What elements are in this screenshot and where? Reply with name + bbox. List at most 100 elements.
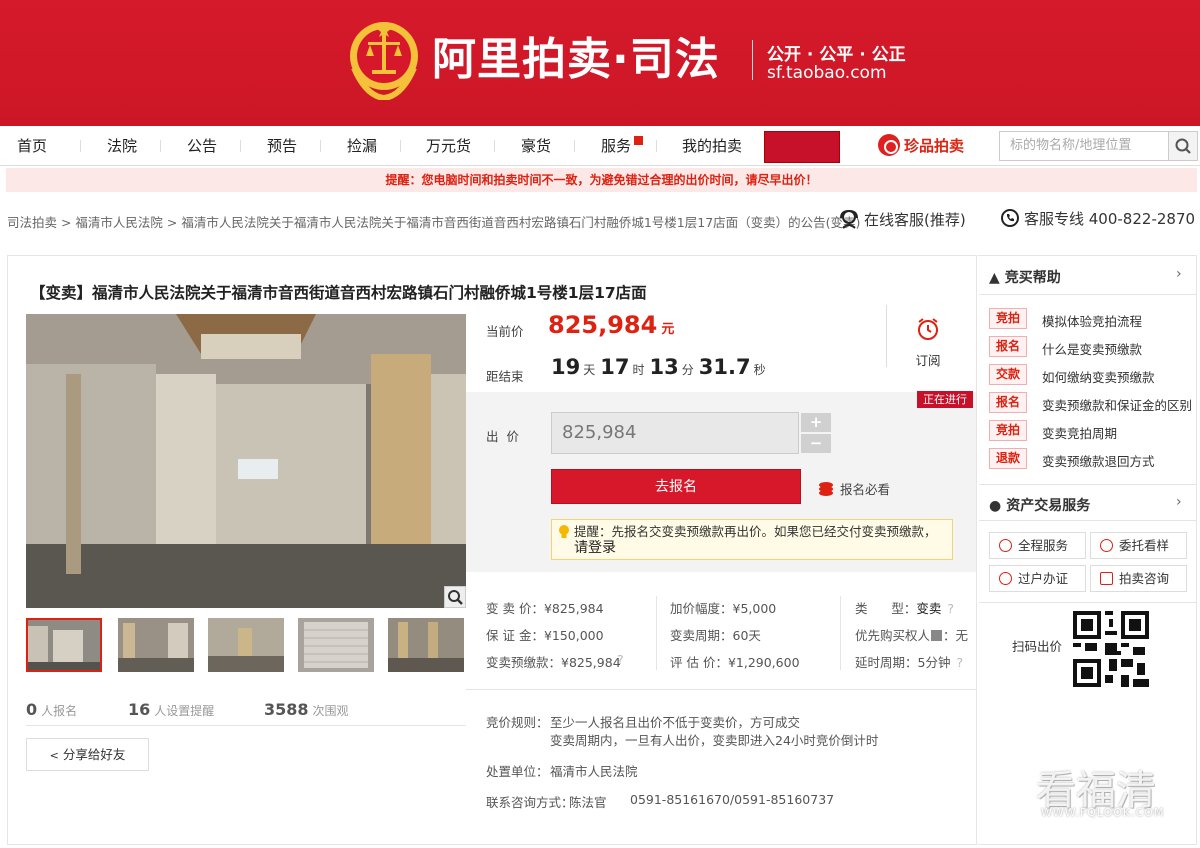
service-transfer[interactable]: 过户办证 <box>989 565 1086 592</box>
service-badge-icon <box>634 136 644 145</box>
search-icon <box>1175 138 1191 154</box>
phone-icon <box>1001 209 1019 227</box>
stat-number: 3588 <box>264 700 309 719</box>
chevron-right-icon[interactable]: › <box>1176 494 1182 510</box>
help-link[interactable]: 变卖竞拍周期 <box>1042 423 1117 442</box>
countdown-hours: 17 <box>600 355 630 379</box>
hotline: 客服专线 400-822-2870 <box>1000 208 1195 229</box>
login-link[interactable]: 请登录 <box>574 540 952 557</box>
chevron-right-icon[interactable]: › <box>1176 266 1182 282</box>
divider <box>656 596 657 670</box>
header-banner: 阿里拍卖·司法 公开 · 公平 · 公正 sf.taobao.com <box>0 0 1200 126</box>
rules-label: 竞价规则： <box>486 715 549 730</box>
service-label: 委托看样 <box>1119 538 1170 553</box>
online-service-label: 在线客服(推荐) <box>864 211 966 229</box>
unit-value[interactable]: 福清市人民法院 <box>550 761 638 780</box>
watermark-url: WWW.FQLOOK.COM <box>1041 806 1165 819</box>
help-link[interactable]: 什么是变卖预缴款 <box>1042 339 1142 358</box>
service-viewing[interactable]: 委托看样 <box>1090 532 1187 559</box>
service-consult[interactable]: 拍卖咨询 <box>1090 565 1187 592</box>
chat-bubble-icon <box>1100 572 1113 585</box>
countdown-label: 距结束 <box>486 369 524 384</box>
zhenpin-icon <box>878 134 900 156</box>
main-photo[interactable] <box>26 314 466 608</box>
help-tag: 竞拍 <box>989 308 1027 329</box>
nav-divider <box>656 140 657 152</box>
nav-bargain[interactable]: 捡漏 <box>347 126 377 166</box>
help-link[interactable]: 如何缴纳变卖预缴款 <box>1042 367 1155 386</box>
brand-divider <box>752 40 753 80</box>
bid-increase-button[interactable]: + <box>801 413 831 432</box>
info-prepayment: 变卖预缴款：¥825,984 <box>486 655 621 670</box>
tip-text: 提醒：先报名交变卖预缴款再出价。如果您已经交付变卖预缴款， <box>574 524 937 539</box>
delay-label: 延时周期：5分钟 <box>855 655 951 670</box>
help-tag: 退款 <box>989 448 1027 469</box>
bid-decrease-button[interactable]: − <box>801 434 831 453</box>
nav-red-block[interactable] <box>764 131 840 163</box>
thumbnail-image <box>388 618 464 672</box>
help-link[interactable]: 变卖预缴款和保证金的区别 <box>1042 395 1192 414</box>
help-icon[interactable]: ? <box>617 652 624 667</box>
nav-notice[interactable]: 公告 <box>187 126 217 166</box>
help-link[interactable]: 模拟体验竞拍流程 <box>1042 311 1142 330</box>
status-badge: 正在进行 <box>917 391 973 408</box>
stat-number: 0 <box>26 700 38 719</box>
priority-icon <box>931 630 943 641</box>
qr-code-icon[interactable] <box>1073 611 1149 687</box>
help-icon[interactable]: ? <box>947 601 954 616</box>
nav-home[interactable]: 首页 <box>17 126 47 166</box>
bid-input[interactable]: 825,984 <box>551 412 799 454</box>
type-label: 类 型： <box>855 601 917 616</box>
info-period: 变卖周期：60天 <box>670 628 761 643</box>
nav-service[interactable]: 服务 <box>601 126 644 166</box>
countdown-unit: 天 <box>583 363 596 377</box>
info-deposit: 保 证 金：¥150,000 <box>486 628 604 643</box>
help-link[interactable]: 变卖预缴款退回方式 <box>1042 451 1155 470</box>
subscribe-button[interactable]: 订阅 <box>912 316 944 369</box>
online-service-link[interactable]: 在线客服(推荐) <box>838 208 966 230</box>
nav-zhenpin[interactable]: 珍品拍卖 <box>878 126 964 166</box>
photo-thumbnail[interactable] <box>118 618 194 672</box>
help-icon[interactable]: ? <box>956 655 963 670</box>
service-full[interactable]: 全程服务 <box>989 532 1086 559</box>
nav-court[interactable]: 法院 <box>107 126 137 166</box>
nav-divider <box>240 140 241 152</box>
register-button[interactable]: 去报名 <box>551 469 801 504</box>
customer-service-icon <box>840 209 858 229</box>
search-input[interactable]: 标的物名称/地理位置 <box>999 131 1169 161</box>
countdown-mins: 13 <box>649 355 679 379</box>
rules-line1: 至少一人报名且出价不低于变卖价，方可成交 <box>550 715 801 730</box>
divider <box>979 294 1197 295</box>
nav-preview[interactable]: 预告 <box>267 126 297 166</box>
nav-wanyuan[interactable]: 万元货 <box>426 126 471 166</box>
must-read-link[interactable]: 报名必看 <box>818 479 890 498</box>
rules-line2: 变卖周期内，一旦有人出价，变卖即进入24小时竞价倒计时 <box>550 733 879 748</box>
share-button[interactable]: < 分享给好友 <box>26 738 149 771</box>
info-sale-price: 变 卖 价：¥825,984 <box>486 601 604 616</box>
zoom-button[interactable] <box>444 586 466 608</box>
unit-label: 处置单位： <box>486 764 549 779</box>
share-label: 分享给好友 <box>62 747 126 762</box>
type-value: 变卖 <box>916 601 942 616</box>
nav-divider <box>320 140 321 152</box>
thumbnail-image <box>28 620 100 670</box>
subscribe-label: 订阅 <box>915 353 941 368</box>
photo-thumbnail[interactable] <box>208 618 284 672</box>
search-button[interactable] <box>1169 131 1198 161</box>
divider <box>466 689 976 690</box>
nav-luxury[interactable]: 豪货 <box>521 126 551 166</box>
help-title[interactable]: ▲ 竞买帮助 <box>989 267 1061 287</box>
photo-thumbnail[interactable] <box>26 618 102 672</box>
countdown-secs: 31.7 <box>698 355 751 379</box>
price-value: 825,984 <box>548 311 658 339</box>
asset-service-label: 资产交易服务 <box>1006 498 1091 514</box>
breadcrumb[interactable]: 司法拍卖 > 福清市人民法院 > 福清市人民法院关于福清市人民法院关于福清市音西… <box>7 212 860 231</box>
stat-reminders: 16 人设置提醒 <box>128 700 214 719</box>
photo-thumbnail[interactable] <box>298 618 374 672</box>
graduation-cap-icon: ▲ <box>989 270 1000 286</box>
asset-service-title[interactable]: ● 资产交易服务 <box>989 495 1090 515</box>
nav-my-auction[interactable]: 我的拍卖 <box>682 126 742 166</box>
lightbulb-icon <box>559 525 569 538</box>
current-price: 825,984 元 <box>548 311 674 339</box>
photo-thumbnail[interactable] <box>388 618 464 672</box>
